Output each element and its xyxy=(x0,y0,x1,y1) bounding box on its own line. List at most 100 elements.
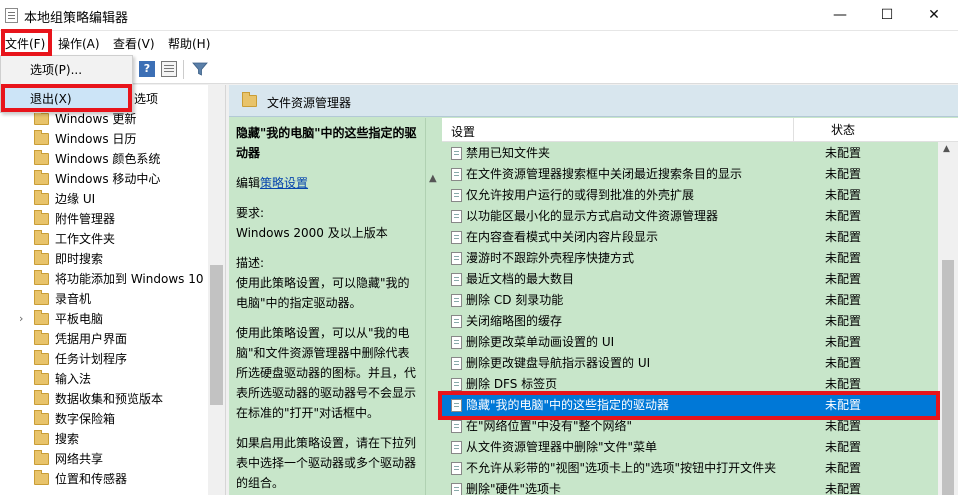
tree-item-label: 工作文件夹 xyxy=(55,232,116,246)
folder-icon xyxy=(34,270,49,285)
tree-item-label: 即时搜索 xyxy=(55,252,104,266)
tree-item[interactable]: 将功能添加到 Windows 10 xyxy=(0,269,208,289)
maximize-button[interactable]: ☐ xyxy=(864,0,910,31)
tree-item[interactable]: Windows 日历 xyxy=(0,129,208,149)
tree-item[interactable]: 数据收集和预览版本 xyxy=(0,389,208,409)
policy-row[interactable]: 最近文档的最大数目 未配置 xyxy=(442,269,936,290)
tree-item[interactable]: 任务计划程序 xyxy=(0,349,208,369)
tree-item[interactable]: 网络共享 xyxy=(0,449,208,469)
policy-name: 隐藏"我的电脑"中的这些指定的驱动器 xyxy=(466,398,670,412)
policy-name: 禁用已知文件夹 xyxy=(466,146,551,160)
description: 描述: 使用此策略设置，可以隐藏"我的电脑"中的指定驱动器。 xyxy=(236,253,417,313)
policy-row[interactable]: 删除 CD 刻录功能 未配置 xyxy=(442,290,936,311)
policy-icon xyxy=(451,189,462,202)
policy-row-selected[interactable]: 隐藏"我的电脑"中的这些指定的驱动器 未配置 xyxy=(442,395,936,416)
policy-row[interactable]: 不允许从彩带的"视图"选项卡上的"选项"按钮中打开文件夹 未配置 xyxy=(442,458,936,479)
tree-item[interactable]: 数字保险箱 xyxy=(0,409,208,429)
policy-row[interactable]: 在内容查看模式中关闭内容片段显示 未配置 xyxy=(442,227,936,248)
tree-item-label: 平板电脑 xyxy=(55,312,104,326)
policy-row[interactable]: 从文件资源管理器中删除"文件"菜单 未配置 xyxy=(442,437,936,458)
list-scrollbar[interactable]: ▲ xyxy=(938,142,958,495)
description-scrollbar[interactable]: ▲ xyxy=(425,118,441,495)
folder-icon xyxy=(34,330,49,345)
tree-item[interactable]: 工作文件夹 xyxy=(0,229,208,249)
policy-row[interactable]: 仅允许按用户运行的或得到批准的外壳扩展 未配置 xyxy=(442,185,936,206)
navigation-tree: 选项 Windows 更新 Windows 日历 Windows 颜色系统 Windo… xyxy=(0,85,226,495)
tree-item[interactable]: 附件管理器 xyxy=(0,209,208,229)
toolbar-separator xyxy=(183,60,184,79)
scroll-up-icon[interactable]: ▲ xyxy=(943,144,950,154)
column-state[interactable]: 状态 xyxy=(793,118,893,142)
folder-icon xyxy=(34,390,49,405)
show-hide-pane-icon[interactable] xyxy=(161,61,177,77)
requirements-value: Windows 2000 及以上版本 xyxy=(236,226,388,240)
folder-icon xyxy=(34,430,49,445)
tree-item[interactable]: 输入法 xyxy=(0,369,208,389)
folder-icon xyxy=(34,110,49,125)
policy-name: 仅允许按用户运行的或得到批准的外壳扩展 xyxy=(466,188,695,202)
policy-name: 关闭缩略图的缓存 xyxy=(466,314,563,328)
tree-item[interactable]: Windows 移动中心 xyxy=(0,169,208,189)
policy-row[interactable]: 在"网络位置"中没有"整个网络" 未配置 xyxy=(442,416,936,437)
folder-icon xyxy=(34,290,49,305)
help-icon[interactable]: ? xyxy=(139,61,155,77)
folder-icon xyxy=(34,470,49,485)
tree-item-label: 凭据用户界面 xyxy=(55,332,128,346)
policy-state: 未配置 xyxy=(825,335,862,349)
tree-item-label: 数字保险箱 xyxy=(55,412,116,426)
policy-state: 未配置 xyxy=(825,230,862,244)
folder-icon xyxy=(34,150,49,165)
tree-item-label: 输入法 xyxy=(55,372,92,386)
menu-item-exit[interactable]: 退出(X) xyxy=(1,88,132,110)
category-title: 文件资源管理器 xyxy=(267,96,352,110)
tree-item[interactable]: 凭据用户界面 xyxy=(0,329,208,349)
tree-item[interactable]: 搜索 xyxy=(0,429,208,449)
menu-file[interactable]: 文件(F) xyxy=(5,35,45,52)
menu-help[interactable]: 帮助(H) xyxy=(168,35,210,52)
tree-item[interactable]: › 平板电脑 xyxy=(0,309,208,329)
filter-icon[interactable] xyxy=(192,61,208,77)
list-scrollbar-thumb[interactable] xyxy=(942,260,954,495)
tree-item[interactable]: 边缘 UI xyxy=(0,189,208,209)
tree-scrollbar[interactable] xyxy=(208,85,225,495)
minimize-button[interactable]: — xyxy=(817,0,863,31)
menu-item-options[interactable]: 选项(P)... xyxy=(1,59,132,81)
policy-row[interactable]: 删除更改菜单动画设置的 UI 未配置 xyxy=(442,332,936,353)
file-menu-dropdown: 选项(P)... 退出(X) xyxy=(0,55,133,113)
menu-separator xyxy=(27,84,130,85)
policy-row[interactable]: 关闭缩略图的缓存 未配置 xyxy=(442,311,936,332)
edit-policy-link[interactable]: 策略设置 xyxy=(260,176,308,190)
policy-row[interactable]: 在文件资源管理器搜索框中关闭最近搜索条目的显示 未配置 xyxy=(442,164,936,185)
scroll-up-icon[interactable]: ▲ xyxy=(429,173,437,184)
policy-state: 未配置 xyxy=(825,482,862,495)
tree-item[interactable]: 录音机 xyxy=(0,289,208,309)
policy-name: 最近文档的最大数目 xyxy=(466,272,575,286)
tree-item-label: 录音机 xyxy=(55,292,92,306)
policy-row[interactable]: 删除 DFS 标签页 未配置 xyxy=(442,374,936,395)
policy-row[interactable]: 以功能区最小化的显示方式启动文件资源管理器 未配置 xyxy=(442,206,936,227)
description-panel: 隐藏"我的电脑"中的这些指定的驱动器 编辑策略设置 要求: Windows 20… xyxy=(229,118,424,495)
menu-action[interactable]: 操作(A) xyxy=(58,35,100,52)
tree-item[interactable]: 即时搜索 xyxy=(0,249,208,269)
tree-item[interactable]: Windows 颜色系统 xyxy=(0,149,208,169)
close-button[interactable]: ✕ xyxy=(911,0,957,31)
folder-icon xyxy=(34,250,49,265)
column-setting[interactable]: 设置 xyxy=(451,123,475,140)
policy-row[interactable]: 禁用已知文件夹 未配置 xyxy=(442,143,936,164)
requirements: 要求: Windows 2000 及以上版本 xyxy=(236,203,417,243)
policy-row[interactable]: 删除更改键盘导航指示器设置的 UI 未配置 xyxy=(442,353,936,374)
description-para-3: 如果启用此策略设置，请在下拉列表中选择一个驱动器或多个驱动器的组合。 xyxy=(236,436,417,490)
folder-icon xyxy=(34,350,49,365)
tree-scrollbar-thumb[interactable] xyxy=(210,265,223,405)
policy-row[interactable]: 漫游时不跟踪外壳程序快捷方式 未配置 xyxy=(442,248,936,269)
expand-chevron-icon[interactable]: › xyxy=(19,309,23,329)
policy-icon xyxy=(451,441,462,454)
folder-icon xyxy=(34,410,49,425)
policy-name: 不允许从彩带的"视图"选项卡上的"选项"按钮中打开文件夹 xyxy=(466,461,777,475)
app-icon xyxy=(5,8,18,23)
menu-view[interactable]: 查看(V) xyxy=(113,35,155,52)
tree-item-label: 任务计划程序 xyxy=(55,352,128,366)
tree-item[interactable]: 位置和传感器 xyxy=(0,469,208,489)
policy-row[interactable]: 删除"硬件"选项卡 未配置 xyxy=(442,479,936,495)
details-pane: 文件资源管理器 隐藏"我的电脑"中的这些指定的驱动器 编辑策略设置 要求: Wi… xyxy=(229,85,958,495)
